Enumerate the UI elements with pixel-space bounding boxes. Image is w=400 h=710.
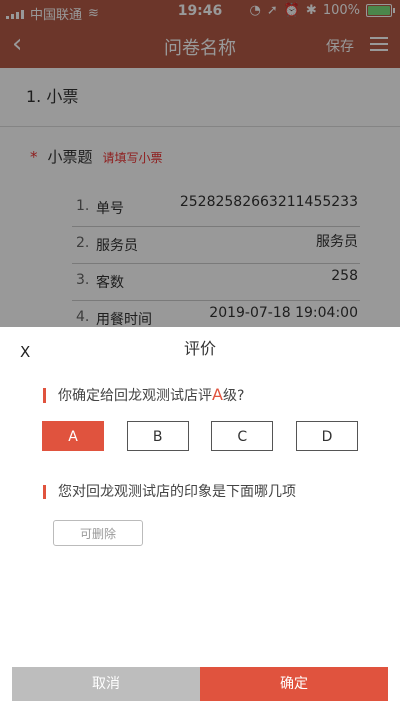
option-c-button[interactable]: C <box>211 421 274 451</box>
option-b-button[interactable]: B <box>126 421 189 451</box>
question-1-suffix: 级? <box>222 388 245 404</box>
option-a-button[interactable]: A <box>42 421 104 451</box>
sheet-title: 评价 <box>183 339 216 358</box>
question-1: 你确定给回龙观测试店评A级? <box>43 385 245 404</box>
option-d-button[interactable]: D <box>295 421 358 451</box>
impression-chip[interactable]: 可删除 <box>53 520 143 546</box>
question-1-grade: A <box>212 385 223 404</box>
confirm-button[interactable]: 确定 <box>200 667 388 701</box>
action-bar: 取消 确定 <box>12 667 388 701</box>
cancel-button[interactable]: 取消 <box>12 667 200 701</box>
rating-sheet: X 评价 你确定给回龙观测试店评A级? A B C D 您对回龙观测试店的印象是… <box>0 327 400 710</box>
modal-backdrop[interactable] <box>0 0 400 327</box>
question-1-prefix: 你确定给回龙观测试店评 <box>58 388 212 404</box>
question-2: 您对回龙观测试店的印象是下面哪几项 <box>43 485 296 499</box>
grade-options: A B C D <box>42 421 358 451</box>
